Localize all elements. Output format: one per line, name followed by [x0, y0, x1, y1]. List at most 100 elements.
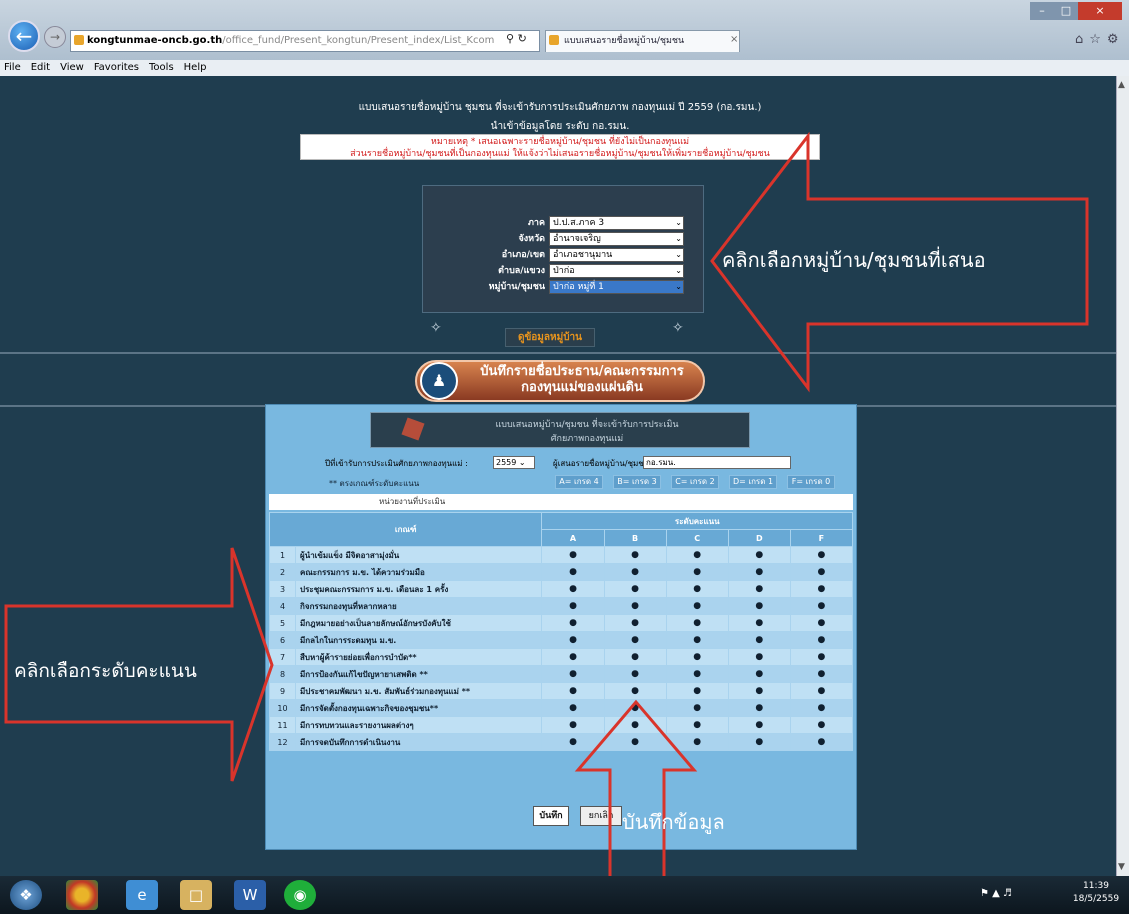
score-radio-c[interactable]: ●: [665, 614, 729, 632]
score-radio-f[interactable]: ●: [789, 631, 854, 649]
score-radio-f[interactable]: ●: [789, 699, 854, 717]
forward-button[interactable]: →: [44, 26, 66, 48]
file-explorer-icon[interactable]: □: [180, 880, 212, 910]
score-radio-b[interactable]: ●: [603, 597, 667, 615]
score-radio-d[interactable]: ●: [727, 665, 791, 683]
score-radio-d[interactable]: ●: [727, 546, 791, 564]
score-radio-a[interactable]: ●: [541, 716, 605, 734]
menu-item-edit[interactable]: Edit: [31, 62, 50, 73]
tab-close-icon[interactable]: ×: [730, 34, 738, 45]
score-radio-b[interactable]: ●: [603, 682, 667, 700]
year-select[interactable]: 2559 ⌄: [493, 456, 535, 469]
maximize-icon[interactable]: □: [1054, 2, 1078, 20]
minimize-icon[interactable]: –: [1030, 2, 1054, 20]
view-village-button[interactable]: ดูข้อมูลหมู่บ้าน: [504, 328, 596, 347]
score-radio-f[interactable]: ●: [789, 580, 854, 598]
score-radio-d[interactable]: ●: [727, 682, 791, 700]
browser-tab[interactable]: แบบเสนอรายชื่อหมู่บ้าน/ชุมชน: [545, 30, 740, 52]
back-button[interactable]: ←: [8, 20, 40, 52]
network-icon[interactable]: ▲: [992, 888, 1000, 899]
score-radio-f[interactable]: ●: [789, 733, 854, 751]
score-radio-b[interactable]: ●: [603, 563, 667, 581]
score-radio-c[interactable]: ●: [665, 733, 729, 751]
score-radio-c[interactable]: ●: [665, 665, 729, 683]
score-radio-f[interactable]: ●: [789, 597, 854, 615]
score-radio-a[interactable]: ●: [541, 682, 605, 700]
vertical-scrollbar[interactable]: [1116, 76, 1129, 876]
score-radio-b[interactable]: ●: [603, 580, 667, 598]
score-radio-d[interactable]: ●: [727, 716, 791, 734]
cancel-button[interactable]: ยกเลิก: [580, 806, 622, 826]
score-radio-d[interactable]: ●: [727, 699, 791, 717]
flag-icon[interactable]: ⚑: [980, 888, 989, 899]
score-radio-c[interactable]: ●: [665, 563, 729, 581]
score-radio-c[interactable]: ●: [665, 699, 729, 717]
score-radio-b[interactable]: ●: [603, 648, 667, 666]
menu-item-view[interactable]: View: [60, 62, 84, 73]
score-radio-b[interactable]: ●: [603, 716, 667, 734]
scroll-down-icon[interactable]: ▼: [1118, 862, 1125, 872]
close-icon[interactable]: ×: [1078, 2, 1122, 20]
score-radio-d[interactable]: ●: [727, 597, 791, 615]
scroll-up-icon[interactable]: ▲: [1118, 80, 1125, 90]
score-radio-c[interactable]: ●: [665, 682, 729, 700]
selector-dropdown[interactable]: ป่าก่อ หมู่ที่ 1 ⌄: [549, 280, 684, 294]
score-radio-f[interactable]: ●: [789, 665, 854, 683]
score-radio-f[interactable]: ●: [789, 546, 854, 564]
proposer-select[interactable]: กอ.รมน.: [643, 456, 791, 469]
address-bar[interactable]: kongtunmae-oncb.go.th/office_fund/Presen…: [70, 30, 540, 52]
save-button[interactable]: บันทึก: [533, 806, 569, 826]
score-radio-f[interactable]: ●: [789, 682, 854, 700]
score-radio-c[interactable]: ●: [665, 716, 729, 734]
score-radio-c[interactable]: ●: [665, 580, 729, 598]
score-radio-d[interactable]: ●: [727, 614, 791, 632]
score-radio-b[interactable]: ●: [603, 699, 667, 717]
score-radio-d[interactable]: ●: [727, 563, 791, 581]
score-radio-a[interactable]: ●: [541, 546, 605, 564]
score-radio-d[interactable]: ●: [727, 733, 791, 751]
record-committee-label[interactable]: บันทึกรายชื่อประธาน/คณะกรรมการ กองทุนแม่…: [462, 364, 702, 396]
home-icon[interactable]: ⌂: [1075, 32, 1089, 47]
favorites-star-icon[interactable]: ☆: [1089, 32, 1107, 47]
score-radio-f[interactable]: ●: [789, 648, 854, 666]
score-radio-b[interactable]: ●: [603, 631, 667, 649]
score-radio-a[interactable]: ●: [541, 648, 605, 666]
score-radio-b[interactable]: ●: [603, 665, 667, 683]
address-tools[interactable]: ⚲ ↻: [506, 32, 527, 45]
chrome-icon[interactable]: [66, 880, 98, 910]
line-app-icon[interactable]: ◉: [284, 880, 316, 910]
score-radio-f[interactable]: ●: [789, 563, 854, 581]
score-radio-b[interactable]: ●: [603, 733, 667, 751]
score-radio-c[interactable]: ●: [665, 597, 729, 615]
selector-dropdown[interactable]: ป่าก่อ ⌄: [549, 264, 684, 278]
score-radio-a[interactable]: ●: [541, 733, 605, 751]
selector-dropdown[interactable]: อำนาจเจริญ ⌄: [549, 232, 684, 246]
word-icon[interactable]: W: [234, 880, 266, 910]
score-radio-d[interactable]: ●: [727, 648, 791, 666]
volume-icon[interactable]: ♬: [1003, 888, 1012, 899]
score-radio-a[interactable]: ●: [541, 631, 605, 649]
score-radio-a[interactable]: ●: [541, 563, 605, 581]
score-radio-a[interactable]: ●: [541, 580, 605, 598]
menu-item-tools[interactable]: Tools: [149, 62, 174, 73]
score-radio-f[interactable]: ●: [789, 716, 854, 734]
search-icon[interactable]: ⚲: [506, 32, 514, 45]
gear-icon[interactable]: ⚙: [1107, 32, 1125, 47]
score-radio-f[interactable]: ●: [789, 614, 854, 632]
internet-explorer-icon[interactable]: e: [126, 880, 158, 910]
score-radio-b[interactable]: ●: [603, 614, 667, 632]
start-button-icon[interactable]: ❖: [10, 880, 42, 910]
selector-dropdown[interactable]: อำเภอชานุมาน ⌄: [549, 248, 684, 262]
selector-dropdown[interactable]: ป.ป.ส.ภาค 3 ⌄: [549, 216, 684, 230]
score-radio-c[interactable]: ●: [665, 631, 729, 649]
score-radio-a[interactable]: ●: [541, 597, 605, 615]
refresh-icon[interactable]: ↻: [518, 32, 527, 45]
menu-item-favorites[interactable]: Favorites: [94, 62, 139, 73]
score-radio-b[interactable]: ●: [603, 546, 667, 564]
menu-item-help[interactable]: Help: [184, 62, 207, 73]
score-radio-d[interactable]: ●: [727, 631, 791, 649]
score-radio-a[interactable]: ●: [541, 699, 605, 717]
score-radio-d[interactable]: ●: [727, 580, 791, 598]
score-radio-a[interactable]: ●: [541, 665, 605, 683]
clock[interactable]: 11:39 18/5/2559: [1068, 880, 1124, 906]
